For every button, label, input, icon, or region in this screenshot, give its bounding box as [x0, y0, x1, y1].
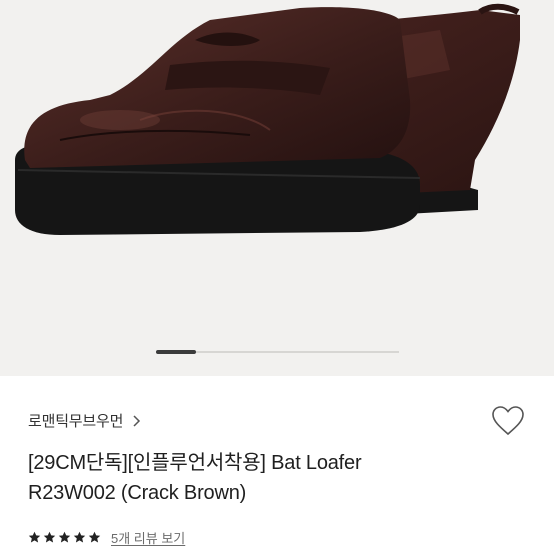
- product-title-line-2: R23W002 (Crack Brown): [28, 482, 247, 504]
- rating-row: 5개 리뷰 보기: [28, 528, 185, 547]
- product-image-carousel[interactable]: [0, 0, 554, 376]
- product-title-line-1: [29CM단독][인플루언서착용] Bat Loafer: [28, 452, 362, 474]
- carousel-progress-track: [156, 350, 399, 354]
- star-icon: [73, 531, 86, 543]
- product-info: 로맨틱무브우먼 [29CM단독][인플루언서착용] Bat Loafer R23…: [0, 376, 554, 554]
- review-link[interactable]: 5개 리뷰 보기: [111, 528, 185, 547]
- star-icon: [88, 531, 101, 543]
- star-icon: [28, 531, 41, 543]
- wishlist-button[interactable]: [490, 404, 526, 438]
- carousel-progress-indicator: [156, 350, 196, 354]
- brand-link[interactable]: 로맨틱무브우먼: [28, 410, 143, 431]
- front-loafer: [15, 7, 421, 235]
- star-icon: [43, 531, 56, 543]
- product-title: [29CM단독][인플루언서착용] Bat Loafer R23W002 (Cr…: [28, 448, 448, 508]
- brand-name: 로맨틱무브우먼: [28, 413, 124, 430]
- heart-outline-icon: [492, 406, 524, 436]
- chevron-right-icon: [133, 414, 141, 427]
- star-icon: [58, 531, 71, 543]
- loafer-product-photo: [15, 3, 520, 235]
- star-rating: [28, 531, 101, 544]
